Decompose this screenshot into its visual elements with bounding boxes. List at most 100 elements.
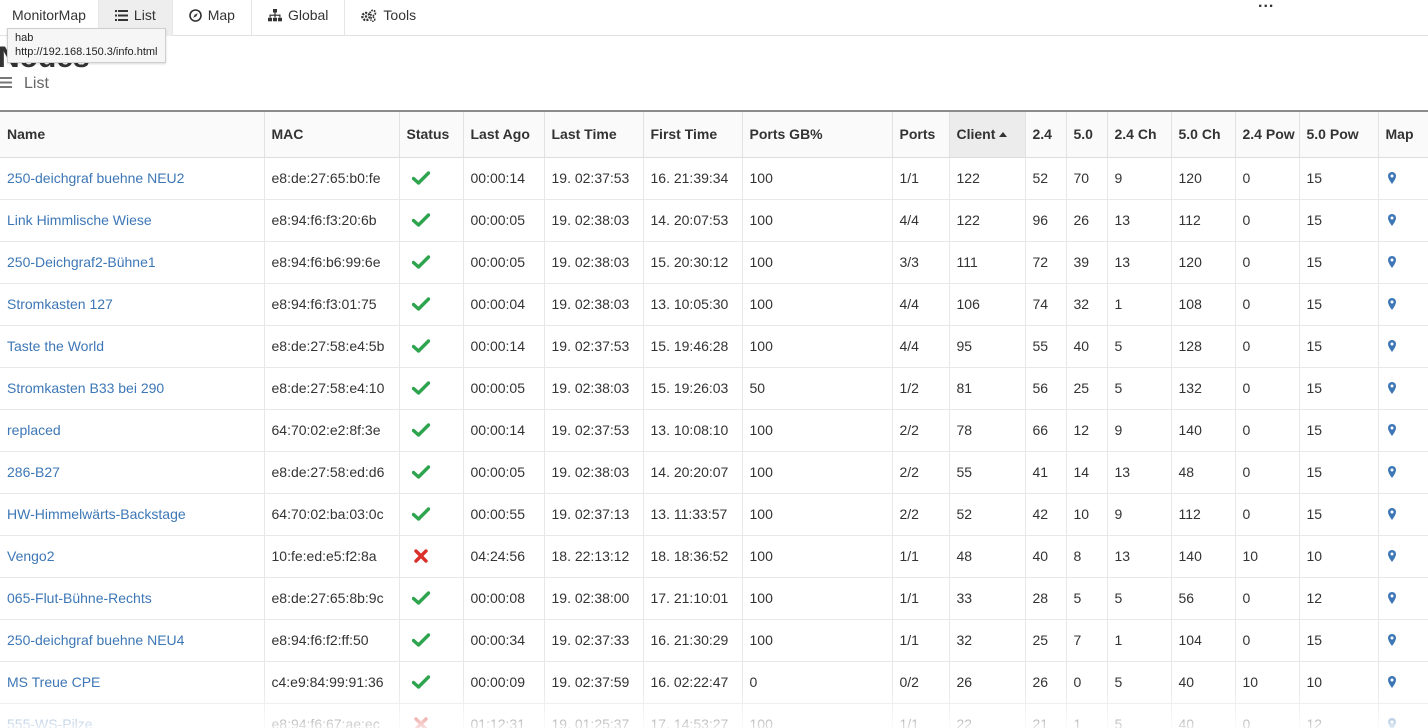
cell-ports: 2/2 [891,409,949,452]
cell-ch24: 13 [1106,451,1171,494]
cell-pow50: 12 [1298,577,1378,620]
column-header-2-4-ch[interactable]: 2.4 Ch [1106,111,1171,158]
map-link-cell[interactable] [1377,577,1428,620]
map-link-cell[interactable] [1377,703,1428,728]
cell-ports: 2/2 [891,451,949,494]
map-link-cell[interactable] [1377,451,1428,494]
cell-c24: 55 [1024,325,1066,368]
table-row: 250-deichgraf buehne NEU4 e8:94:f6:f2:ff:… [0,619,1428,662]
column-header-first-time[interactable]: First Time [642,111,742,158]
node-name-link[interactable]: 065-Flut-Bühne-Rechts [0,577,264,620]
map-link-cell[interactable] [1377,661,1428,704]
node-name-link[interactable]: HW-Himmelwärts-Backstage [0,493,264,536]
table-row: Taste the World e8:de:27:58:e4:5b 00:00:14… [0,325,1428,368]
column-header-map[interactable]: Map [1377,111,1428,158]
cell-ports-gb: 50 [741,367,892,410]
map-marker-icon[interactable] [1386,466,1422,478]
cell-pow24: 0 [1234,493,1299,536]
map-link-cell[interactable] [1377,157,1428,200]
map-link-cell[interactable] [1377,241,1428,284]
cell-last-time: 19. 02:38:03 [543,283,643,326]
map-marker-icon[interactable] [1386,172,1422,184]
table-row: 555-WS-Pilze e8:94:f6:67:ae:ec 01:12:31 19.… [0,703,1428,728]
map-marker-icon[interactable] [1386,382,1422,394]
node-name-link[interactable]: 286-B27 [0,451,264,494]
map-marker-icon[interactable] [1386,634,1422,646]
column-header-2-4[interactable]: 2.4 [1024,111,1066,158]
tab-tools[interactable]: Tools [344,0,432,36]
map-marker-icon[interactable] [1386,676,1422,688]
cell-ch24: 1 [1106,619,1171,662]
map-marker-icon[interactable] [1386,298,1422,310]
map-marker-icon[interactable] [1386,340,1422,352]
cell-pow50: 15 [1298,619,1378,662]
cell-mac: e8:de:27:65:b0:fe [263,157,399,200]
map-marker-icon[interactable] [1386,508,1422,520]
cell-pow24: 0 [1234,409,1299,452]
column-header-last-time[interactable]: Last Time [543,111,643,158]
cell-client: 95 [948,325,1025,368]
node-name-link[interactable]: Taste the World [0,325,264,368]
cell-client: 26 [948,661,1025,704]
cell-client: 22 [948,703,1025,728]
tab-global[interactable]: Global [250,0,344,36]
subtitle-label: List [24,75,49,92]
column-header-ports-gb[interactable]: Ports GB% [741,111,892,158]
column-header-5-0-pow[interactable]: 5.0 Pow [1298,111,1378,158]
column-header-mac[interactable]: MAC [263,111,399,158]
column-header-label: 2.4 Ch [1114,126,1157,143]
cell-c50: 5 [1065,577,1107,620]
cell-ports-gb: 100 [741,451,892,494]
nodes-table: Name MAC Status Last Ago Last Time First Time… [0,110,1428,728]
status-cell [398,325,463,368]
column-header-5-0[interactable]: 5.0 [1065,111,1107,158]
map-link-cell[interactable] [1377,325,1428,368]
tab-map[interactable]: Map [171,0,251,36]
column-header-label: First Time [650,126,718,143]
cell-last-ago: 00:00:05 [462,451,544,494]
column-header-label: 2.4 [1032,126,1052,143]
map-marker-icon[interactable] [1386,718,1422,728]
status-cell [398,703,463,728]
node-name-link[interactable]: Vengo2 [0,535,264,578]
node-name-link[interactable]: Stromkasten B33 bei 290 [0,367,264,410]
cell-c24: 96 [1024,199,1066,242]
node-name-link[interactable]: Stromkasten 127 [0,283,264,326]
column-header-ports[interactable]: Ports [891,111,949,158]
cell-mac: e8:94:f6:b6:99:6e [263,241,399,284]
cell-pow50: 15 [1298,409,1378,452]
node-name-link[interactable]: MS Treue CPE [0,661,264,704]
column-header-5-0-ch[interactable]: 5.0 Ch [1170,111,1235,158]
map-marker-icon[interactable] [1386,592,1422,604]
map-marker-icon[interactable] [1386,550,1422,562]
column-header-client[interactable]: Client [948,111,1025,158]
map-link-cell[interactable] [1377,535,1428,578]
map-link-cell[interactable] [1377,199,1428,242]
column-header-2-4-pow[interactable]: 2.4 Pow [1234,111,1299,158]
more-menu-button[interactable]: ... [1258,0,1274,12]
map-marker-icon[interactable] [1386,256,1422,268]
node-name-link[interactable]: 555-WS-Pilze [0,703,264,728]
cell-ch50: 40 [1170,661,1235,704]
map-marker-icon[interactable] [1386,214,1422,226]
map-marker-icon[interactable] [1386,424,1422,436]
checkmark-icon [407,507,456,521]
compass-icon [188,8,202,22]
status-cell [398,535,463,578]
node-name-link[interactable]: 250-deichgraf buehne NEU2 [0,157,264,200]
map-link-cell[interactable] [1377,283,1428,326]
node-name-link[interactable]: replaced [0,409,264,452]
map-link-cell[interactable] [1377,367,1428,410]
column-header-name[interactable]: Name [0,111,264,158]
node-name-link[interactable]: 250-deichgraf buehne NEU4 [0,619,264,662]
cell-first-time: 16. 21:39:34 [642,157,742,200]
node-name-link[interactable]: Link Himmlische Wiese [0,199,264,242]
node-name-link[interactable]: 250-Deichgraf2-Bühne1 [0,241,264,284]
map-link-cell[interactable] [1377,493,1428,536]
column-header-last-ago[interactable]: Last Ago [462,111,544,158]
map-link-cell[interactable] [1377,619,1428,662]
cell-ch50: 112 [1170,493,1235,536]
column-header-status[interactable]: Status [398,111,463,158]
tab-global-label: Global [287,7,329,23]
map-link-cell[interactable] [1377,409,1428,452]
